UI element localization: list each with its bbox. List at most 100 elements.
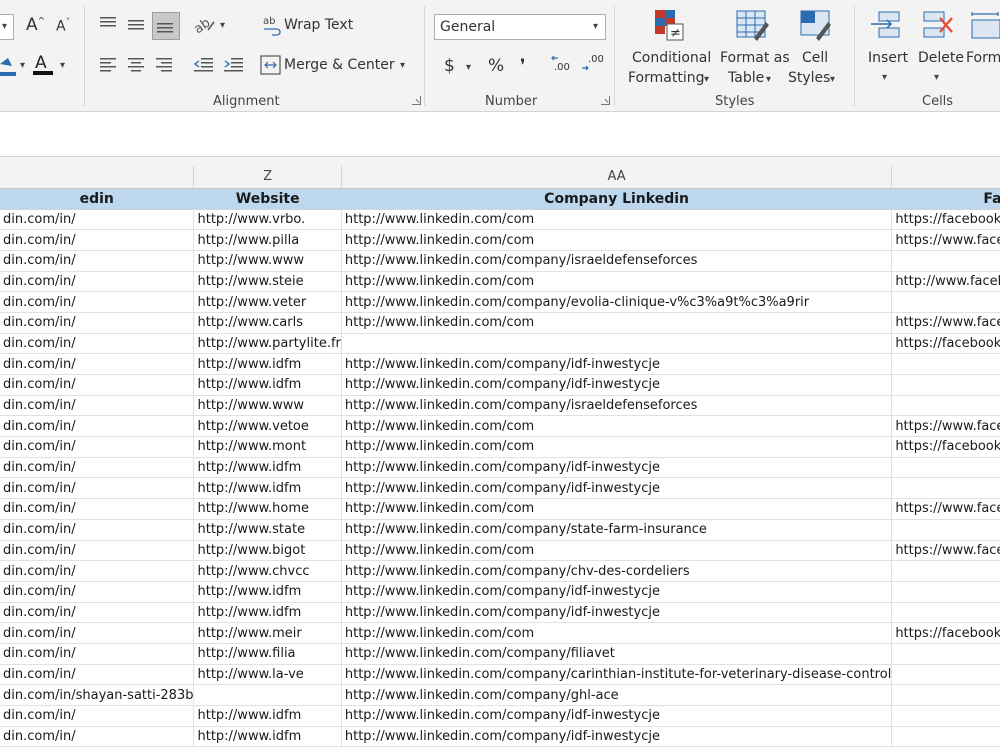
table-cell[interactable]: http://www.bigot bbox=[193, 540, 342, 562]
table-cell[interactable]: http://www.linkedin.com/company/carinthi… bbox=[341, 664, 893, 686]
table-cell[interactable]: http://www.linkedin.com/company/idf-inwe… bbox=[341, 477, 893, 500]
table-cell[interactable] bbox=[891, 705, 1000, 727]
table-cell[interactable]: http://www.linkedin.com/company/filiavet bbox=[341, 643, 893, 665]
table-cell[interactable]: din.com/in/ bbox=[0, 643, 195, 665]
table-cell[interactable]: din.com/in/ bbox=[0, 602, 195, 624]
format-as-table-button[interactable]: Format as Table ▾ bbox=[716, 6, 790, 90]
table-cell[interactable]: http://www.linkedin.com/company/idf-inwe… bbox=[341, 374, 893, 396]
header-cell[interactable]: Facebook bbox=[891, 188, 1000, 210]
table-cell[interactable]: http://www.linkedin.com/company/idf-inwe… bbox=[341, 457, 893, 479]
table-cell[interactable] bbox=[891, 519, 1000, 541]
table-cell[interactable]: din.com/in/ bbox=[0, 726, 195, 748]
table-cell[interactable]: http://www.linkedin.com/com bbox=[341, 540, 893, 562]
table-cell[interactable] bbox=[891, 560, 1000, 582]
table-cell[interactable] bbox=[891, 726, 1000, 748]
table-cell[interactable]: http://www.vrbo. bbox=[193, 209, 342, 231]
font-color-button[interactable]: A bbox=[32, 52, 54, 78]
table-cell[interactable]: http://www.www bbox=[193, 250, 342, 272]
increase-indent-button[interactable] bbox=[222, 54, 246, 76]
table-cell[interactable] bbox=[891, 477, 1000, 500]
increase-decimal-button[interactable]: .00 bbox=[550, 52, 574, 78]
percent-button[interactable]: % bbox=[488, 56, 504, 76]
chevron-down-icon[interactable]: ▾ bbox=[220, 20, 225, 31]
table-cell[interactable]: din.com/in/ bbox=[0, 209, 195, 231]
table-cell[interactable]: http://www.linkedin.com/company/state-fa… bbox=[341, 519, 893, 541]
decrease-decimal-button[interactable]: .00 bbox=[580, 52, 604, 78]
table-cell[interactable]: din.com/in/ bbox=[0, 229, 195, 251]
table-cell[interactable]: http://www.veter bbox=[193, 291, 342, 313]
table-cell[interactable] bbox=[891, 643, 1000, 665]
column-letter-header[interactable]: AB bbox=[891, 166, 1000, 189]
table-cell[interactable]: https://www.facebook. bbox=[891, 415, 1000, 438]
table-cell[interactable]: http://www.la-ve bbox=[193, 664, 342, 686]
table-cell[interactable]: https://www.facebook. bbox=[891, 229, 1000, 251]
table-cell[interactable]: http://www.linkedin.com/company/idf-inwe… bbox=[341, 602, 893, 624]
table-cell[interactable]: http://www.pilla bbox=[193, 229, 342, 251]
table-cell[interactable]: din.com/in/ bbox=[0, 312, 195, 334]
delete-cells-button[interactable]: Delete ▾ bbox=[914, 6, 964, 90]
table-cell[interactable]: din.com/in/ bbox=[0, 333, 195, 355]
table-cell[interactable]: din.com/in/ bbox=[0, 291, 195, 313]
table-cell[interactable]: din.com/in/ bbox=[0, 271, 195, 293]
table-cell[interactable]: din.com/in/ bbox=[0, 436, 195, 458]
table-cell[interactable]: http://www.linkedin.com/com bbox=[341, 436, 893, 458]
table-cell[interactable]: http://www.facebook.c bbox=[891, 271, 1000, 293]
wrap-text-button[interactable]: ab Wrap Text bbox=[262, 14, 357, 38]
align-center-button[interactable] bbox=[126, 54, 148, 76]
table-cell[interactable]: https://www.facebook. bbox=[891, 312, 1000, 334]
table-cell[interactable]: http://www.linkedin.com/com bbox=[341, 622, 893, 644]
table-cell[interactable]: din.com/in/ bbox=[0, 705, 195, 727]
column-letter-header[interactable] bbox=[0, 166, 195, 189]
table-cell[interactable]: din.com/in/ bbox=[0, 395, 195, 417]
currency-button[interactable]: $ bbox=[444, 56, 455, 76]
column-letter-header[interactable]: AA bbox=[341, 166, 893, 189]
table-cell[interactable]: http://www.linkedin.com/com bbox=[341, 229, 893, 251]
table-cell[interactable]: http://www.linkedin.com/company/idf-inwe… bbox=[341, 353, 893, 375]
table-cell[interactable]: din.com/in/ bbox=[0, 477, 195, 500]
table-cell[interactable]: din.com/in/ bbox=[0, 622, 195, 644]
table-cell[interactable]: http://www.idfm bbox=[193, 457, 342, 479]
table-cell[interactable] bbox=[891, 457, 1000, 479]
table-cell[interactable]: din.com/in/ bbox=[0, 540, 195, 562]
table-cell[interactable]: http://www.linkedin.com/com bbox=[341, 209, 893, 231]
number-dialog-launcher[interactable] bbox=[601, 96, 610, 105]
table-cell[interactable]: https://facebook.com/l bbox=[891, 333, 1000, 355]
table-cell[interactable]: http://www.meir bbox=[193, 622, 342, 644]
table-cell[interactable]: http://www.vetoe bbox=[193, 415, 342, 438]
table-cell[interactable]: http://www.linkedin.com/company/chv-des-… bbox=[341, 560, 893, 582]
table-cell[interactable] bbox=[891, 664, 1000, 686]
header-cell[interactable]: Company Linkedin bbox=[341, 188, 893, 210]
decrease-indent-button[interactable] bbox=[192, 54, 216, 76]
table-cell[interactable] bbox=[891, 684, 1000, 706]
table-cell[interactable]: http://www.linkedin.com/com bbox=[341, 415, 893, 438]
table-cell[interactable]: http://www.linkedin.com/company/ghl-ace bbox=[341, 684, 893, 706]
spreadsheet-grid[interactable]: ZAAABACADAEAF edinWebsiteCompany Linkedi… bbox=[0, 166, 1000, 750]
table-cell[interactable]: http://www.linkedin.com/com bbox=[341, 271, 893, 293]
table-cell[interactable]: https://facebook.com/\ bbox=[891, 209, 1000, 231]
table-cell[interactable] bbox=[891, 250, 1000, 272]
table-cell[interactable]: http://www.mont bbox=[193, 436, 342, 458]
table-cell[interactable]: din.com/in/ bbox=[0, 498, 195, 520]
table-cell[interactable]: http://www.linkedin.com/company/evolia-c… bbox=[341, 291, 893, 313]
table-cell[interactable]: http://www.linkedin.com/company/idf-inwe… bbox=[341, 705, 893, 727]
table-cell[interactable]: https://www.facebook. bbox=[891, 540, 1000, 562]
table-cell[interactable] bbox=[341, 333, 893, 355]
number-format-dropdown[interactable]: General ▾ bbox=[434, 14, 606, 40]
table-cell[interactable]: http://www.home bbox=[193, 498, 342, 520]
table-cell[interactable]: http://www.chvcc bbox=[193, 560, 342, 582]
table-cell[interactable]: http://www.carls bbox=[193, 312, 342, 334]
table-cell[interactable] bbox=[891, 581, 1000, 603]
table-cell[interactable]: http://www.linkedin.com/company/israelde… bbox=[341, 250, 893, 272]
table-cell[interactable]: http://www.partylite.fr bbox=[193, 333, 342, 355]
grow-font-button[interactable]: A^ bbox=[26, 15, 45, 35]
conditional-formatting-button[interactable]: ≠ Conditional Formatting ▾ bbox=[624, 6, 714, 90]
table-cell[interactable]: din.com/in/ bbox=[0, 664, 195, 686]
table-cell[interactable]: http://www.idfm bbox=[193, 602, 342, 624]
table-cell[interactable]: din.com/in/ bbox=[0, 374, 195, 396]
table-cell[interactable]: http://www.www bbox=[193, 395, 342, 417]
table-cell[interactable]: http://www.linkedin.com/company/idf-inwe… bbox=[341, 581, 893, 603]
table-cell[interactable]: din.com/in/ bbox=[0, 353, 195, 375]
table-cell[interactable]: http://www.idfm bbox=[193, 705, 342, 727]
table-cell[interactable]: http://www.idfm bbox=[193, 726, 342, 748]
table-cell[interactable]: http://www.idfm bbox=[193, 374, 342, 396]
